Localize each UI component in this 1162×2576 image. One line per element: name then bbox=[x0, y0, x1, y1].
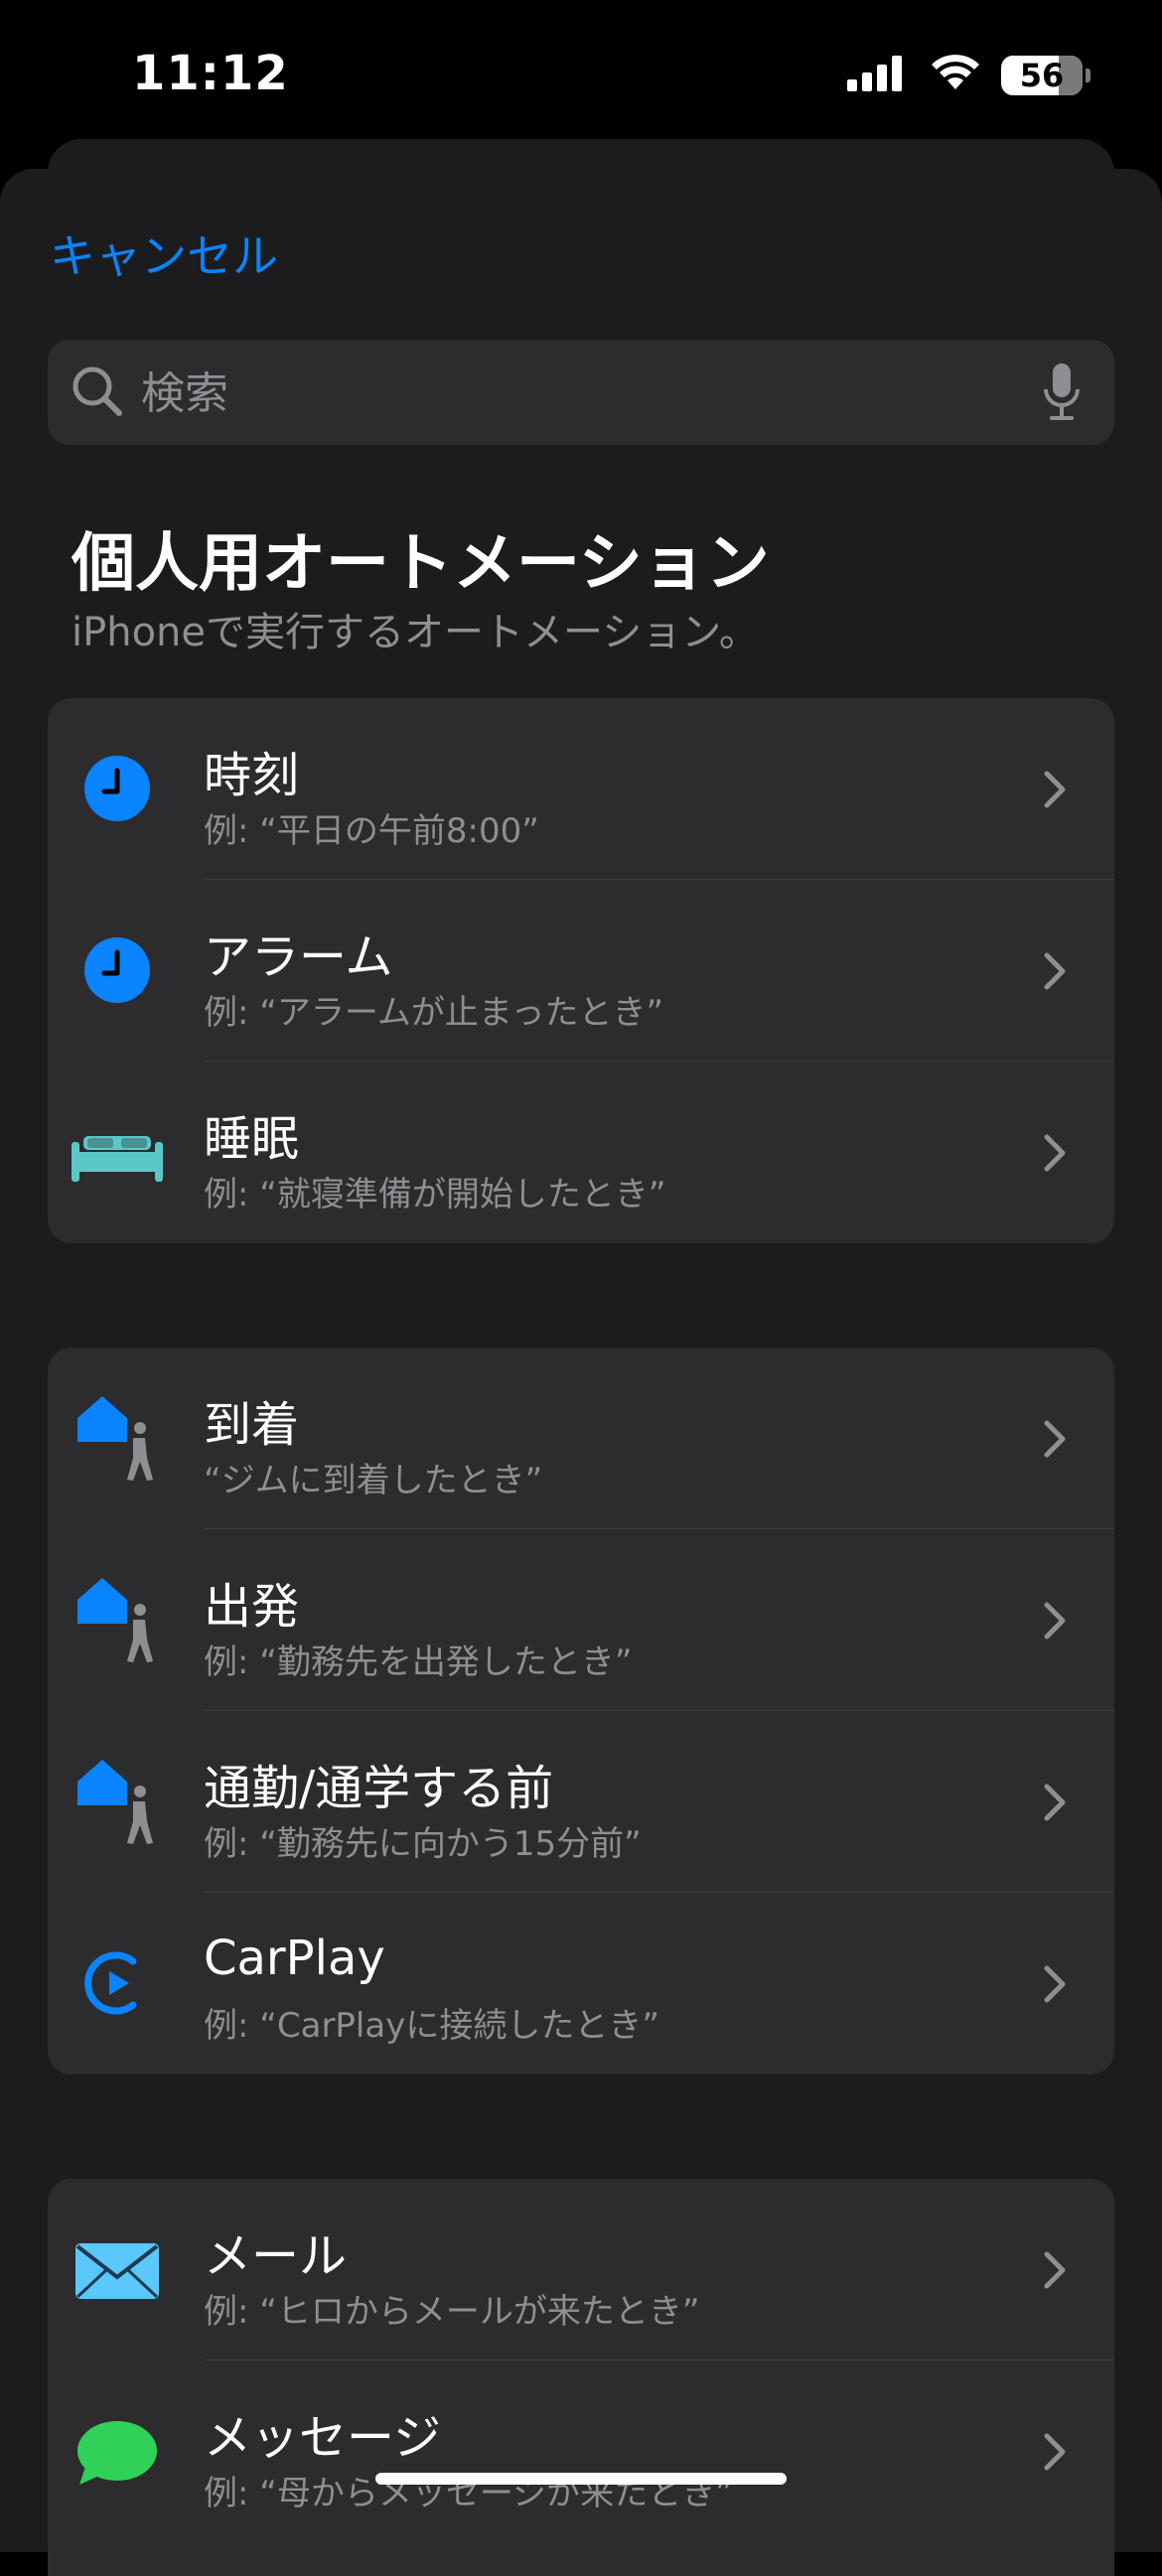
row-label: 出発 bbox=[204, 1579, 300, 1635]
home-person-icon bbox=[77, 1760, 153, 1844]
row-label: メール bbox=[204, 2228, 348, 2284]
page-title: 個人用オートメーション bbox=[72, 527, 770, 601]
row-description: 例: “アラームが止まったとき” bbox=[204, 993, 664, 1033]
cancel-button[interactable]: キャンセル bbox=[50, 220, 278, 286]
bed-icon bbox=[72, 1136, 163, 1182]
chevron-right-icon bbox=[1044, 2433, 1066, 2471]
home-person-icon bbox=[77, 1396, 153, 1481]
clock-icon bbox=[84, 756, 150, 821]
row-label: アラーム bbox=[204, 930, 393, 985]
microphone-icon[interactable] bbox=[1041, 361, 1083, 423]
page-subtitle: iPhoneで実行するオートメーション。 bbox=[72, 610, 759, 655]
chevron-right-icon bbox=[1044, 1784, 1066, 1821]
list-item-leave[interactable]: 出発 例: “勤務先を出発したとき” bbox=[48, 1529, 1114, 1711]
chevron-right-icon bbox=[1044, 771, 1066, 808]
list-item-message[interactable]: メッセージ 例: “母からメッセージが来たとき” bbox=[48, 2361, 1114, 2542]
row-label: 睡眠 bbox=[204, 1111, 300, 1167]
row-description: “ジムに到着したとき” bbox=[204, 1461, 543, 1501]
chevron-right-icon bbox=[1044, 1965, 1066, 2003]
row-description: 例: “CarPlayに接続したとき” bbox=[204, 2006, 659, 2046]
list-item-before-commute[interactable]: 通勤/通学する前 例: “勤務先に向かう15分前” bbox=[48, 1711, 1114, 1893]
home-indicator[interactable] bbox=[375, 2473, 787, 2485]
battery-level: 56 bbox=[1019, 57, 1065, 94]
search-icon bbox=[73, 366, 122, 416]
row-description: 例: “平日の午前8:00” bbox=[204, 811, 539, 851]
chevron-right-icon bbox=[1044, 1134, 1066, 1172]
list-item-time[interactable]: 時刻 例: “平日の午前8:00” bbox=[48, 698, 1114, 880]
row-label: 時刻 bbox=[204, 748, 300, 803]
chevron-right-icon bbox=[1044, 2251, 1066, 2289]
row-label: CarPlay bbox=[204, 1931, 385, 1986]
list-item-arrive[interactable]: 到着 “ジムに到着したとき” bbox=[48, 1348, 1114, 1529]
row-label: 到着 bbox=[204, 1397, 300, 1453]
list-item-alarm[interactable]: アラーム 例: “アラームが止まったとき” bbox=[48, 880, 1114, 1062]
mail-icon bbox=[75, 2243, 159, 2299]
list-item-carplay[interactable]: CarPlay 例: “CarPlayに接続したとき” bbox=[48, 1893, 1114, 2075]
wifi-icon bbox=[932, 55, 979, 89]
home-person-icon bbox=[77, 1578, 153, 1662]
clock-icon bbox=[84, 937, 150, 1003]
communication-automation-group: メール 例: “ヒロからメールが来たとき” メッセージ 例: “母からメッセージ… bbox=[48, 2179, 1114, 2576]
row-description: 例: “就寝準備が開始したとき” bbox=[204, 1175, 666, 1215]
list-item-sleep[interactable]: 睡眠 例: “就寝準備が開始したとき” bbox=[48, 1062, 1114, 1243]
chevron-right-icon bbox=[1044, 1602, 1066, 1640]
status-bar: 11:12 56 bbox=[0, 0, 1162, 149]
list-item-mail[interactable]: メール 例: “ヒロからメールが来たとき” bbox=[48, 2179, 1114, 2361]
row-description: 例: “勤務先に向かう15分前” bbox=[204, 1824, 642, 1864]
row-label: 通勤/通学する前 bbox=[204, 1761, 554, 1816]
row-label: メッセージ bbox=[204, 2410, 442, 2466]
row-description: 例: “勤務先を出発したとき” bbox=[204, 1643, 633, 1682]
status-time: 11:12 bbox=[132, 46, 289, 101]
location-automation-group: 到着 “ジムに到着したとき” 出発 例: “勤務先を出発したとき” 通勤/通学す… bbox=[48, 1348, 1114, 2075]
chevron-right-icon bbox=[1044, 1420, 1066, 1458]
battery-icon: 56 bbox=[1001, 56, 1083, 95]
cellular-signal-icon bbox=[847, 56, 902, 91]
search-bar[interactable] bbox=[48, 340, 1114, 445]
time-automation-group: 時刻 例: “平日の午前8:00” アラーム 例: “アラームが止まったとき” … bbox=[48, 698, 1114, 1243]
chevron-right-icon bbox=[1044, 952, 1066, 990]
search-input[interactable] bbox=[139, 358, 1037, 429]
row-description: 例: “ヒロからメールが来たとき” bbox=[204, 2292, 700, 2332]
carplay-icon bbox=[84, 1951, 137, 2015]
battery-cap bbox=[1086, 69, 1090, 82]
message-icon bbox=[77, 2421, 157, 2485]
